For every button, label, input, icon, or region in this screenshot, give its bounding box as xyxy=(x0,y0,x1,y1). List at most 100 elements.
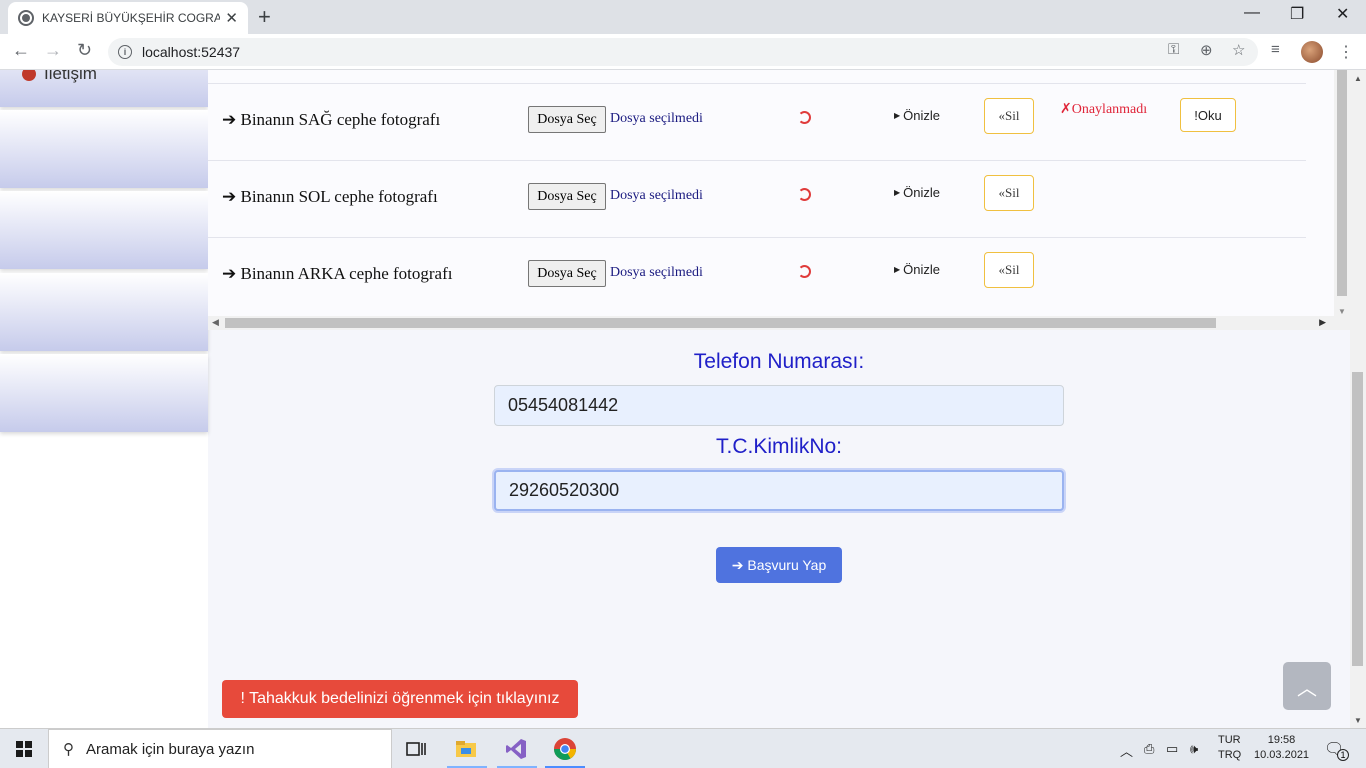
media-queue-icon[interactable]: ≡ xyxy=(1271,41,1280,58)
scroll-right-arrow-icon[interactable]: ▶ xyxy=(1319,317,1326,328)
chrome-icon[interactable] xyxy=(553,737,577,761)
scroll-down-arrow-icon[interactable]: ▼ xyxy=(1354,716,1362,725)
clock-date: 10.03.2021 xyxy=(1254,749,1310,761)
choose-file-button[interactable]: Dosya Seç xyxy=(528,183,606,210)
table-vertical-scrollbar[interactable]: ▼ xyxy=(1334,70,1350,318)
table-horizontal-scrollbar[interactable]: ◀ ▶ xyxy=(208,316,1350,330)
preview-toggle[interactable]: ▶ Önizle xyxy=(894,262,940,277)
scroll-left-arrow-icon[interactable]: ◀ xyxy=(212,317,219,328)
file-status: Dosya seçilmedi xyxy=(610,111,703,126)
scrollbar-thumb[interactable] xyxy=(1352,372,1363,666)
reload-icon[interactable]: ↻ xyxy=(77,40,92,61)
clock-time: 19:58 xyxy=(1267,734,1296,746)
forward-arrow-icon[interactable]: → xyxy=(44,40,62,61)
scrollbar-thumb[interactable] xyxy=(225,318,1216,328)
search-icon: ⚲ xyxy=(63,741,74,758)
zoom-icon[interactable]: ⊕ xyxy=(1200,41,1213,59)
chevron-up-icon: ︿ xyxy=(1297,677,1317,700)
row-label: ➔ Binanın ARKA cephe fotografı xyxy=(222,264,453,283)
file-status: Dosya seçilmedi xyxy=(610,188,703,203)
read-button[interactable]: !Oku xyxy=(1180,98,1236,132)
submit-application-button[interactable]: ➔ Başvuru Yap xyxy=(716,547,842,583)
globe-icon xyxy=(18,10,34,26)
scrollbar-thumb[interactable] xyxy=(1337,70,1347,296)
scroll-up-arrow-icon[interactable]: ▲ xyxy=(1354,74,1362,83)
scroll-down-arrow-icon[interactable]: ▼ xyxy=(1338,307,1346,316)
loading-spinner-icon xyxy=(798,188,811,201)
star-icon[interactable]: ☆ xyxy=(1232,41,1245,59)
battery-icon[interactable]: ▭ xyxy=(1166,741,1178,757)
page-viewport: İletişim ➔ Binanın SAĞ cephe fotografı D… xyxy=(0,70,1350,728)
sidebar-item[interactable] xyxy=(0,273,208,351)
row-label: ➔ Binanın SAĞ cephe fotografı xyxy=(222,110,441,129)
file-explorer-icon[interactable] xyxy=(454,737,478,761)
taskbar-search[interactable]: ⚲ Aramak için buraya yazın xyxy=(48,729,392,768)
sidebar-item-label: İletişim xyxy=(44,70,97,83)
visual-studio-icon[interactable] xyxy=(504,737,528,761)
tc-input[interactable]: 29260520300 xyxy=(494,470,1064,511)
preview-label: Önizle xyxy=(903,185,941,200)
sidebar: İletişim xyxy=(0,70,208,728)
file-status: Dosya seçilmedi xyxy=(610,265,703,280)
address-bar[interactable]: i localhost:52437 xyxy=(108,38,1258,66)
fee-info-button[interactable]: ! Tahakkuk bedelinizi öğrenmek için tıkl… xyxy=(222,680,578,718)
key-icon[interactable]: ⚿ xyxy=(1168,41,1179,58)
info-icon[interactable]: i xyxy=(118,45,132,59)
photo-upload-table: ➔ Binanın SAĞ cephe fotografı Dosya Seç … xyxy=(208,70,1350,318)
row-label: ➔ Binanın SOL cephe fotografı xyxy=(222,187,438,206)
sidebar-item[interactable] xyxy=(0,110,208,188)
preview-toggle[interactable]: ▶ Önizle xyxy=(894,185,940,200)
language-code: TUR xyxy=(1218,734,1241,746)
tray-chevron-up-icon[interactable]: ︿ xyxy=(1120,741,1133,760)
windows-start-icon[interactable] xyxy=(16,741,32,757)
sidebar-item[interactable] xyxy=(0,354,208,432)
volume-icon[interactable]: 🕪 xyxy=(1190,741,1198,757)
delete-button[interactable]: «Sil xyxy=(984,252,1034,288)
table-row: ➔ Binanın SAĞ cephe fotografı Dosya Seç … xyxy=(208,83,1306,160)
back-arrow-icon[interactable]: ← xyxy=(12,40,30,61)
tab-title: KAYSERİ BÜYÜKŞEHİR COGRAFİ B xyxy=(42,11,220,25)
page-vertical-scrollbar[interactable]: ▲ ▼ xyxy=(1350,70,1366,728)
minimize-button[interactable]: — xyxy=(1244,4,1260,22)
url-text: localhost:52437 xyxy=(142,44,241,60)
menu-kebab-icon[interactable]: ⋮ xyxy=(1338,42,1354,62)
triangle-right-icon: ▶ xyxy=(894,111,901,120)
keyboard-layout: TRQ xyxy=(1218,749,1242,761)
loading-spinner-icon xyxy=(798,111,811,124)
scroll-to-top-button[interactable]: ︿ xyxy=(1283,662,1331,710)
approval-status: ✗Onaylanmadı xyxy=(1060,102,1148,117)
tab-close-icon[interactable]: ✕ xyxy=(225,9,238,27)
close-window-button[interactable]: ✕ xyxy=(1336,4,1349,24)
sidebar-item[interactable] xyxy=(0,191,208,269)
table-row: ➔ Binanın ARKA cephe fotografı Dosya Seç… xyxy=(208,237,1306,314)
browser-toolbar: ← → ↻ i localhost:52437 ⚿ ⊕ ☆ ≡ ⋮ xyxy=(0,34,1366,70)
phone-input[interactable]: 05454081442 xyxy=(494,385,1064,426)
language-indicator[interactable]: TUR TRQ xyxy=(1218,733,1241,763)
restore-button[interactable]: ❐ xyxy=(1290,4,1304,24)
choose-file-button[interactable]: Dosya Seç xyxy=(528,106,606,133)
search-placeholder: Aramak için buraya yazın xyxy=(86,740,255,758)
browser-tab[interactable]: KAYSERİ BÜYÜKŞEHİR COGRAFİ B ✕ xyxy=(8,2,248,34)
choose-file-button[interactable]: Dosya Seç xyxy=(528,260,606,287)
network-drive-icon[interactable]: ⎙ xyxy=(1144,741,1154,757)
notification-badge: 1 xyxy=(1337,749,1349,761)
tc-label: T.C.KimlikNo: xyxy=(715,435,842,458)
browser-tab-strip: KAYSERİ BÜYÜKŞEHİR COGRAFİ B ✕ + — ❐ ✕ xyxy=(0,0,1366,34)
taskbar: ⚲ Aramak için buraya yazın ︿ ⎙ ▭ 🕪 TUR T… xyxy=(0,728,1366,768)
sidebar-item-iletisim[interactable]: İletişim xyxy=(0,70,208,107)
system-clock[interactable]: 19:58 10.03.2021 xyxy=(1254,733,1309,763)
delete-button[interactable]: «Sil xyxy=(984,98,1034,134)
phone-label: Telefon Numarası: xyxy=(693,350,865,373)
contact-icon xyxy=(22,70,36,81)
preview-label: Önizle xyxy=(903,108,941,123)
profile-avatar[interactable] xyxy=(1301,41,1323,63)
triangle-right-icon: ▶ xyxy=(894,188,901,197)
preview-toggle[interactable]: ▶ Önizle xyxy=(894,108,940,123)
table-row: ➔ Binanın SOL cephe fotografı Dosya Seç … xyxy=(208,160,1306,237)
task-view-icon[interactable] xyxy=(404,737,428,761)
new-tab-button[interactable]: + xyxy=(258,4,271,30)
preview-label: Önizle xyxy=(903,262,941,277)
loading-spinner-icon xyxy=(798,265,811,278)
triangle-right-icon: ▶ xyxy=(894,265,901,274)
delete-button[interactable]: «Sil xyxy=(984,175,1034,211)
